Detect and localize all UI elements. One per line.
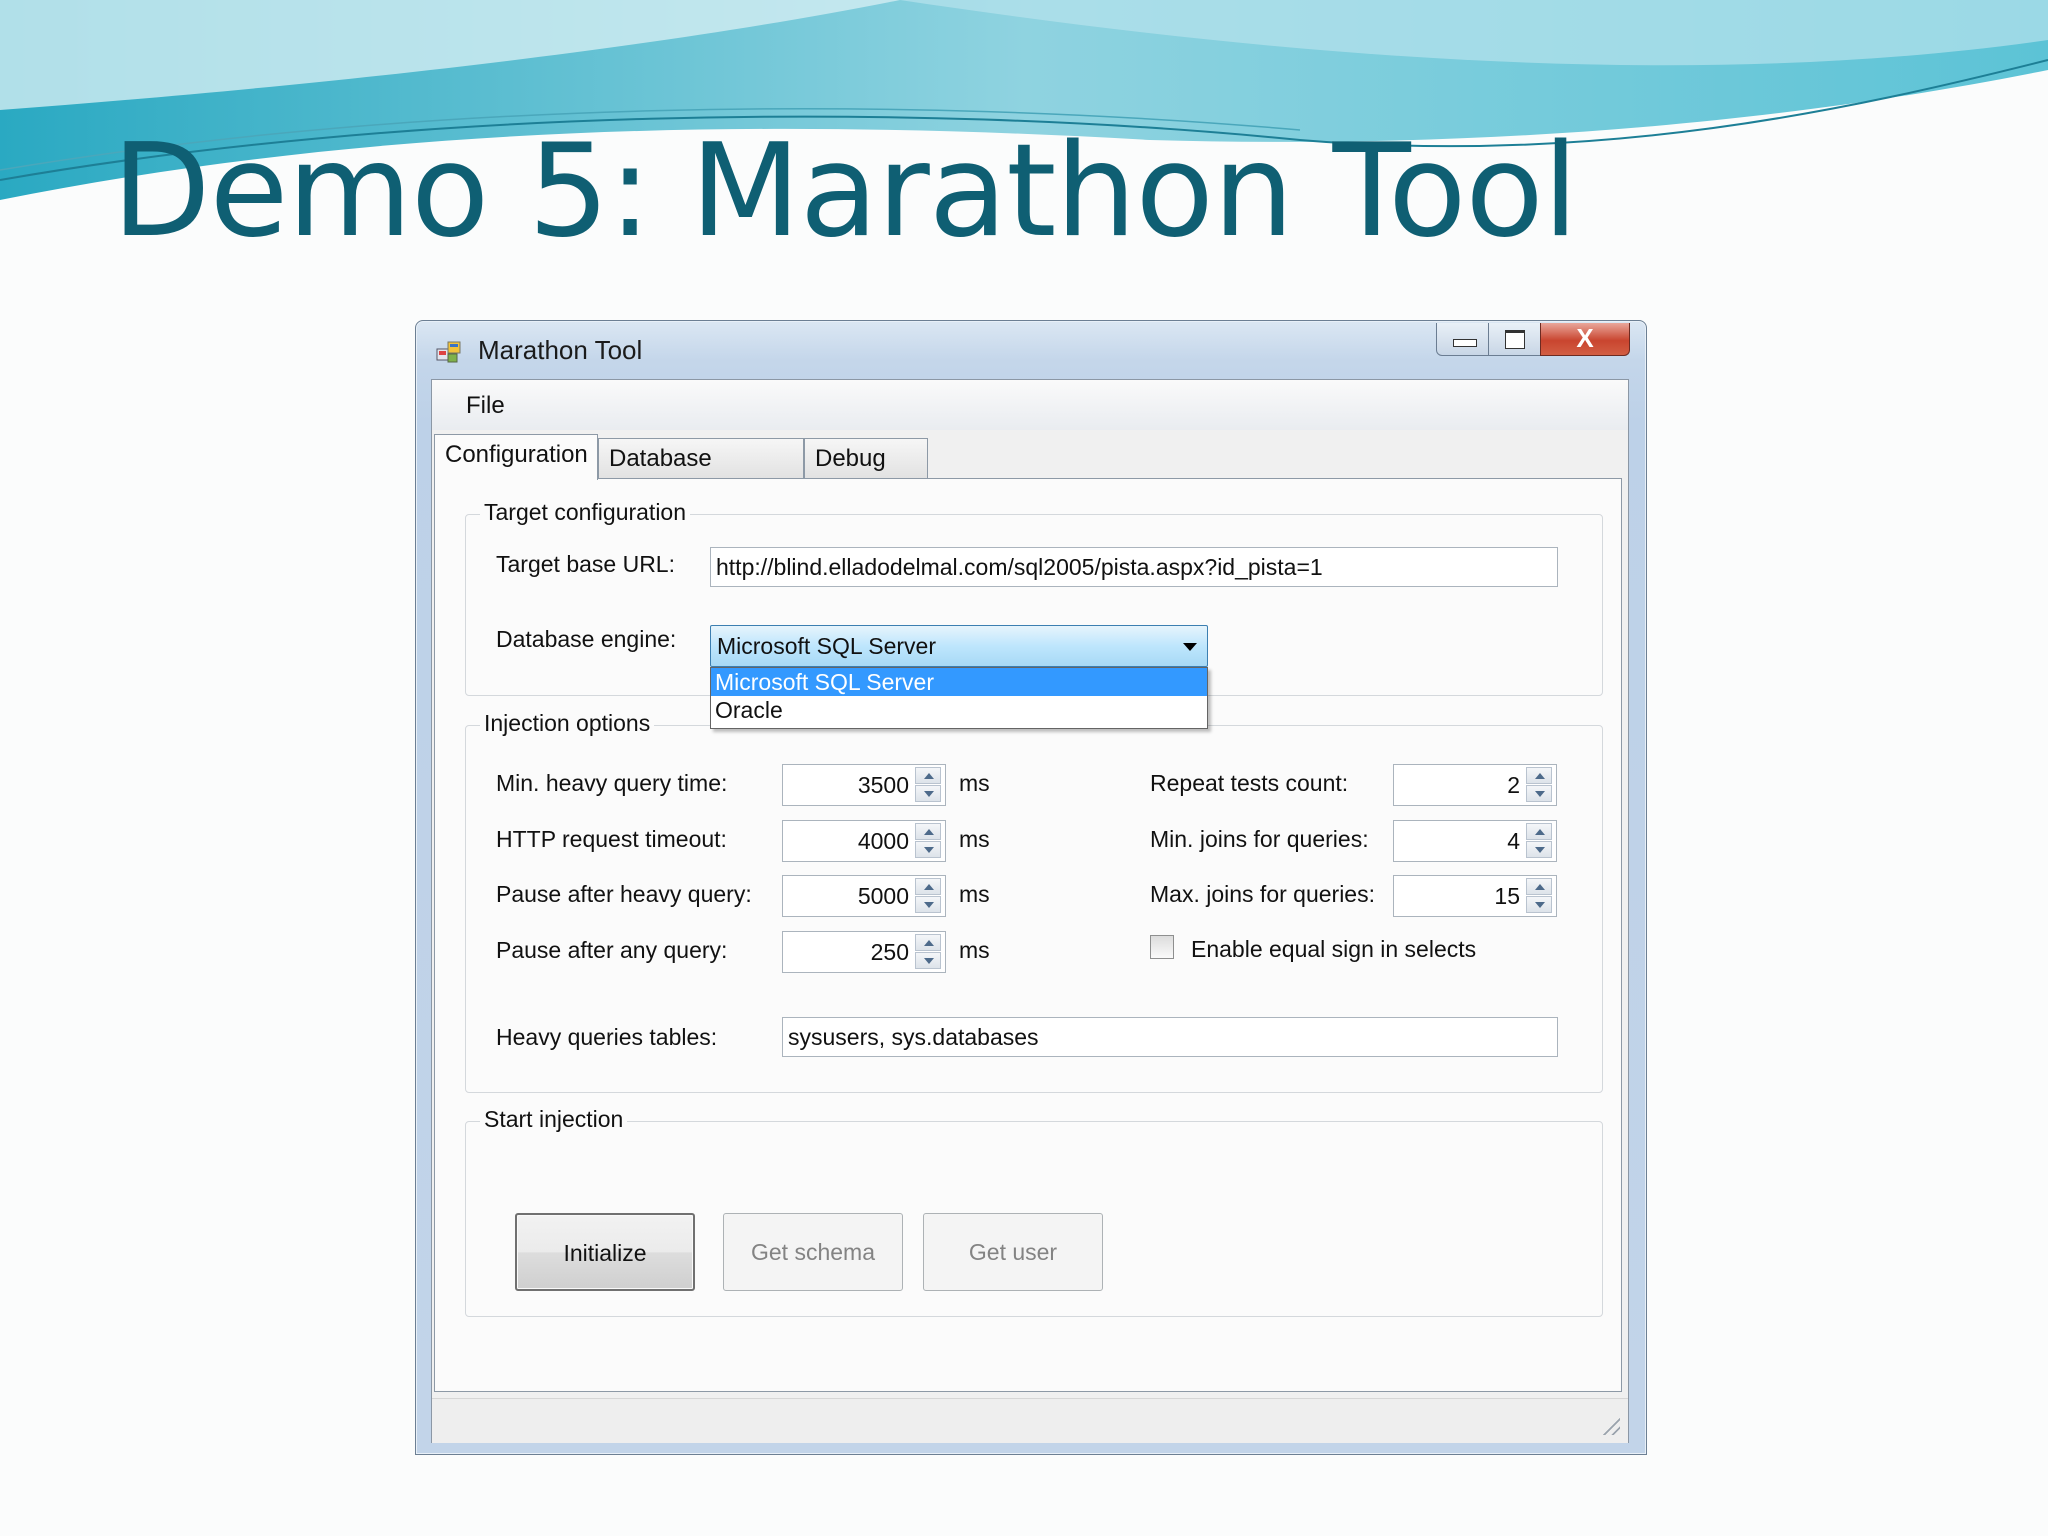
spin-down-icon[interactable]: [915, 785, 941, 802]
spin-down-icon[interactable]: [1526, 896, 1552, 913]
database-engine-select[interactable]: Microsoft SQL Server: [710, 625, 1208, 667]
option-microsoft-sql-server[interactable]: Microsoft SQL Server: [711, 668, 1207, 696]
spin-down-icon[interactable]: [1526, 841, 1552, 858]
http-request-timeout-stepper[interactable]: 4000: [782, 820, 946, 862]
max-joins-label: Max. joins for queries:: [1150, 881, 1375, 907]
get-user-button[interactable]: Get user: [923, 1213, 1103, 1291]
target-configuration-group: Target configuration Target base URL: ht…: [465, 499, 1603, 729]
title-bar[interactable]: Marathon Tool X: [416, 321, 1646, 377]
maximize-icon: [1505, 330, 1525, 349]
app-window: Marathon Tool X File Configuration Datab…: [415, 320, 1647, 1455]
spin-up-icon[interactable]: [915, 767, 941, 784]
min-joins-stepper[interactable]: 4: [1393, 820, 1557, 862]
spin-up-icon[interactable]: [1526, 767, 1552, 784]
http-request-timeout-label: HTTP request timeout:: [496, 826, 727, 852]
resize-grip-icon[interactable]: [1600, 1415, 1620, 1435]
pause-after-heavy-query-label: Pause after heavy query:: [496, 881, 752, 907]
option-oracle[interactable]: Oracle: [711, 696, 1207, 724]
database-engine-label: Database engine:: [496, 626, 677, 652]
app-icon: [436, 341, 461, 363]
chevron-down-icon: [1183, 643, 1197, 651]
status-bar: [432, 1398, 1628, 1443]
close-icon: X: [1576, 323, 1594, 353]
pause-after-any-query-stepper[interactable]: 250: [782, 931, 946, 973]
pause-after-any-query-value: 250: [870, 939, 909, 965]
max-joins-stepper[interactable]: 15: [1393, 875, 1557, 917]
min-heavy-query-time-label: Min. heavy query time:: [496, 770, 728, 796]
pause-after-any-query-unit: ms: [959, 937, 990, 963]
max-joins-value: 15: [1494, 883, 1520, 909]
menu-file[interactable]: File: [466, 392, 505, 420]
repeat-tests-count-value: 2: [1507, 772, 1520, 798]
target-url-label: Target base URL:: [496, 551, 675, 577]
spin-up-icon[interactable]: [915, 823, 941, 840]
pause-after-heavy-query-stepper[interactable]: 5000: [782, 875, 946, 917]
database-engine-dropdown: Microsoft SQL Server Oracle: [710, 667, 1208, 729]
initialize-button[interactable]: Initialize: [515, 1213, 695, 1291]
maximize-button[interactable]: [1488, 323, 1542, 356]
pause-after-heavy-query-unit: ms: [959, 881, 990, 907]
http-request-timeout-unit: ms: [959, 826, 990, 852]
spin-down-icon[interactable]: [1526, 785, 1552, 802]
repeat-tests-count-label: Repeat tests count:: [1150, 770, 1349, 796]
heavy-tables-input[interactable]: sysusers, sys.databases: [782, 1017, 1558, 1057]
http-request-timeout-value: 4000: [857, 828, 909, 854]
spin-up-icon[interactable]: [915, 934, 941, 951]
equal-sign-label: Enable equal sign in selects: [1191, 936, 1477, 962]
window-title: Marathon Tool: [478, 335, 643, 365]
spin-down-icon[interactable]: [915, 952, 941, 969]
min-heavy-query-time-value: 3500: [857, 772, 909, 798]
heavy-tables-label: Heavy queries tables:: [496, 1024, 718, 1050]
min-heavy-query-time-stepper[interactable]: 3500: [782, 764, 946, 806]
client-area: File Configuration Database schema Debug…: [431, 379, 1629, 1443]
spin-down-icon[interactable]: [915, 841, 941, 858]
target-configuration-label: Target configuration: [480, 499, 691, 526]
min-joins-value: 4: [1507, 828, 1520, 854]
equal-sign-checkbox[interactable]: [1150, 935, 1174, 959]
spin-up-icon[interactable]: [1526, 878, 1552, 895]
tab-configuration[interactable]: Configuration: [434, 434, 598, 480]
spin-up-icon[interactable]: [915, 878, 941, 895]
pause-after-heavy-query-value: 5000: [857, 883, 909, 909]
repeat-tests-count-stepper[interactable]: 2: [1393, 764, 1557, 806]
target-url-input[interactable]: http://blind.elladodelmal.com/sql2005/pi…: [710, 547, 1558, 587]
start-injection-label: Start injection: [480, 1106, 628, 1133]
pause-after-any-query-label: Pause after any query:: [496, 937, 728, 963]
tab-debug-log[interactable]: Debug log: [804, 438, 928, 512]
min-heavy-query-time-unit: ms: [959, 770, 990, 796]
minimize-button[interactable]: [1436, 323, 1490, 356]
minimize-icon: [1453, 339, 1477, 347]
database-engine-value: Microsoft SQL Server: [717, 633, 936, 659]
slide-title: Demo 5: Marathon Tool: [112, 117, 1578, 266]
configuration-panel: Target configuration Target base URL: ht…: [434, 478, 1622, 1392]
spin-up-icon[interactable]: [1526, 823, 1552, 840]
slide-background: Demo 5: Marathon Tool Marathon Tool X Fi…: [0, 0, 2048, 1536]
spin-down-icon[interactable]: [915, 896, 941, 913]
min-joins-label: Min. joins for queries:: [1150, 826, 1369, 852]
get-schema-button[interactable]: Get schema: [723, 1213, 903, 1291]
menu-bar: File: [432, 380, 1628, 430]
tab-database-schema[interactable]: Database schema: [598, 438, 804, 512]
injection-options-group: Injection options Min. heavy query time:…: [465, 710, 1603, 1093]
injection-options-label: Injection options: [480, 710, 655, 737]
close-button[interactable]: X: [1540, 323, 1630, 356]
